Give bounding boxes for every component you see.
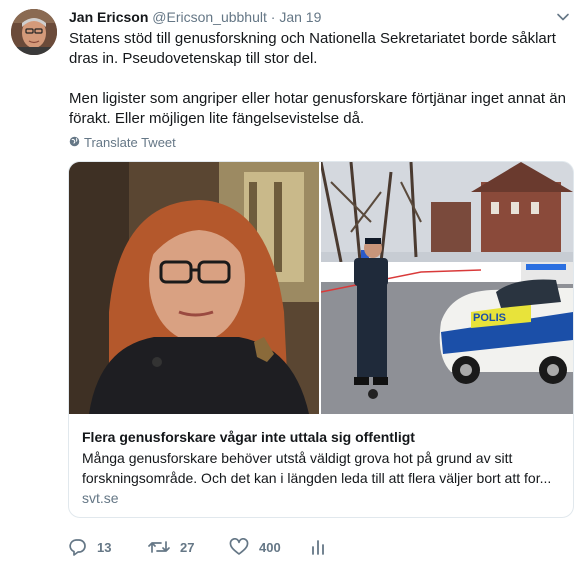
police-car-text: POLIS bbox=[473, 312, 506, 324]
retweet-count: 27 bbox=[180, 539, 195, 555]
analytics-button[interactable] bbox=[311, 538, 325, 556]
tweet-header: Jan Ericson @Ericson_ubbhult · Jan 19 bbox=[69, 8, 321, 26]
avatar[interactable] bbox=[11, 9, 57, 55]
reply-icon bbox=[68, 538, 87, 556]
tweet[interactable]: Jan Ericson @Ericson_ubbhult · Jan 19 St… bbox=[0, 0, 579, 567]
translate-tweet-link[interactable]: Translate Tweet bbox=[69, 135, 176, 151]
tweet-date[interactable]: Jan 19 bbox=[279, 9, 321, 25]
globe-icon bbox=[69, 135, 80, 151]
tweet-paragraph-2: Men ligister som angriper eller hotar ge… bbox=[69, 90, 566, 127]
card-title: Flera genusforskare vågar inte uttala si… bbox=[82, 429, 415, 445]
card-image-police: POLIS bbox=[321, 162, 573, 414]
author-name[interactable]: Jan Ericson bbox=[69, 9, 148, 25]
reply-count: 13 bbox=[97, 539, 112, 555]
retweet-button[interactable]: 27 bbox=[148, 538, 194, 556]
author-handle[interactable]: @Ericson_ubbhult bbox=[152, 9, 267, 25]
link-card[interactable]: POLIS Flera genusforskare vågar inte utt… bbox=[68, 161, 574, 518]
tweet-paragraph-1: Statens stöd till genusforskning och Nat… bbox=[69, 30, 556, 67]
card-domain: svt.se bbox=[82, 490, 119, 506]
retweet-icon bbox=[148, 538, 170, 556]
translate-label: Translate Tweet bbox=[84, 135, 176, 150]
card-description: Många genusforskare behöver utstå väldig… bbox=[82, 450, 552, 486]
analytics-icon bbox=[311, 538, 325, 556]
like-icon bbox=[229, 538, 249, 556]
reply-button[interactable]: 13 bbox=[68, 538, 111, 556]
like-count: 400 bbox=[259, 539, 281, 555]
header-separator: · bbox=[270, 9, 276, 25]
like-button[interactable]: 400 bbox=[229, 538, 281, 556]
tweet-actions: 13 27 400 bbox=[68, 538, 368, 560]
tweet-text: Statens stöd till genusforskning och Nat… bbox=[69, 29, 569, 129]
chevron-down-icon[interactable] bbox=[556, 10, 570, 24]
card-image-interview bbox=[69, 162, 319, 414]
